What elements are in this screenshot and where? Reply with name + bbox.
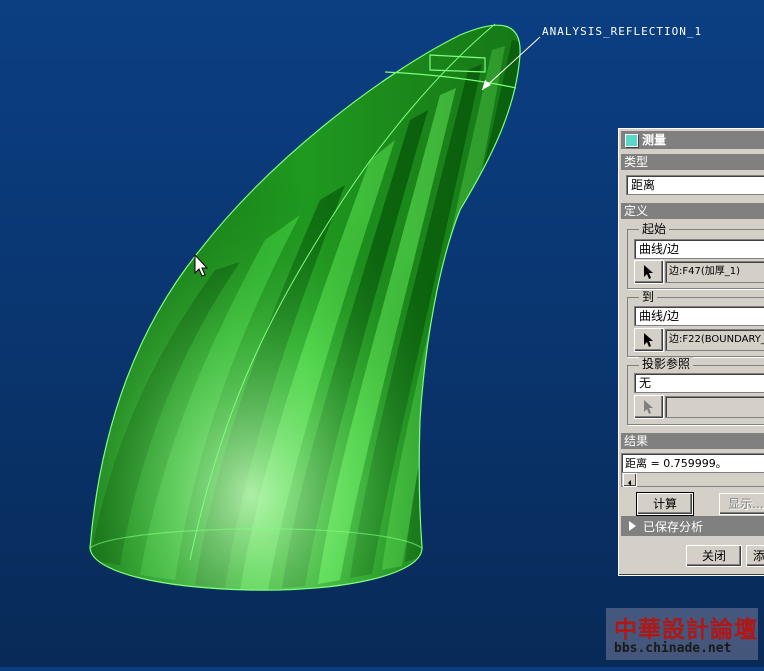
- watermark-title: 中華設計論壇: [614, 616, 758, 643]
- scroll-left-button[interactable]: [623, 473, 637, 487]
- watermark-logo: 中華設計論壇 bbs.chinade.net: [606, 608, 758, 660]
- type-select[interactable]: 距离: [626, 175, 764, 195]
- arrow-cursor-icon-disabled: [644, 400, 653, 414]
- from-reference-field[interactable]: 边:F47(加厚_1): [665, 261, 764, 283]
- from-select-button[interactable]: [634, 260, 664, 284]
- triangle-right-icon: [629, 521, 636, 531]
- watermark-url: bbs.chinade.net: [614, 641, 732, 656]
- dialog-window-icon: [625, 134, 638, 147]
- result-section-label: 结果: [621, 433, 764, 449]
- result-output[interactable]: 距离 = 0.759999。: [621, 453, 764, 487]
- close-button[interactable]: 关闭: [686, 545, 742, 567]
- compute-button[interactable]: 计算: [636, 492, 694, 516]
- reflection-stripes: [90, 25, 521, 591]
- type-section-label: 类型: [621, 154, 764, 170]
- display-button[interactable]: 显示...: [719, 493, 764, 515]
- to-group-label: 到: [639, 290, 658, 304]
- to-reference-field[interactable]: 边:F22(BOUNDARY_: [665, 329, 764, 351]
- projection-reference-field: [665, 396, 764, 418]
- result-text: 距离 = 0.759999。: [625, 457, 727, 470]
- to-select-button[interactable]: [634, 328, 664, 352]
- chevron-left-icon: [628, 480, 631, 486]
- arrow-cursor-icon: [644, 265, 653, 279]
- saved-analysis-label: 已保存分析: [643, 520, 704, 534]
- arrow-cursor-icon: [644, 333, 653, 347]
- projection-select[interactable]: 无: [634, 373, 764, 393]
- to-entity-type-select[interactable]: 曲线/边: [634, 306, 764, 326]
- projection-group-label: 投影参照: [639, 357, 694, 371]
- dialog-title: 测量: [642, 133, 667, 147]
- saved-analysis-expander[interactable]: 已保存分析: [621, 516, 764, 536]
- result-horizontal-scrollbar[interactable]: [622, 472, 764, 487]
- projection-select-button: [634, 395, 664, 419]
- analysis-annotation-label[interactable]: ANALYSIS_REFLECTION_1: [542, 25, 702, 38]
- from-entity-type-select[interactable]: 曲线/边: [634, 239, 764, 259]
- dialog-titlebar[interactable]: 测量: [621, 131, 764, 149]
- add-button[interactable]: 添: [746, 545, 764, 567]
- definition-section-label: 定义: [621, 203, 764, 219]
- from-group-label: 起始: [639, 222, 670, 236]
